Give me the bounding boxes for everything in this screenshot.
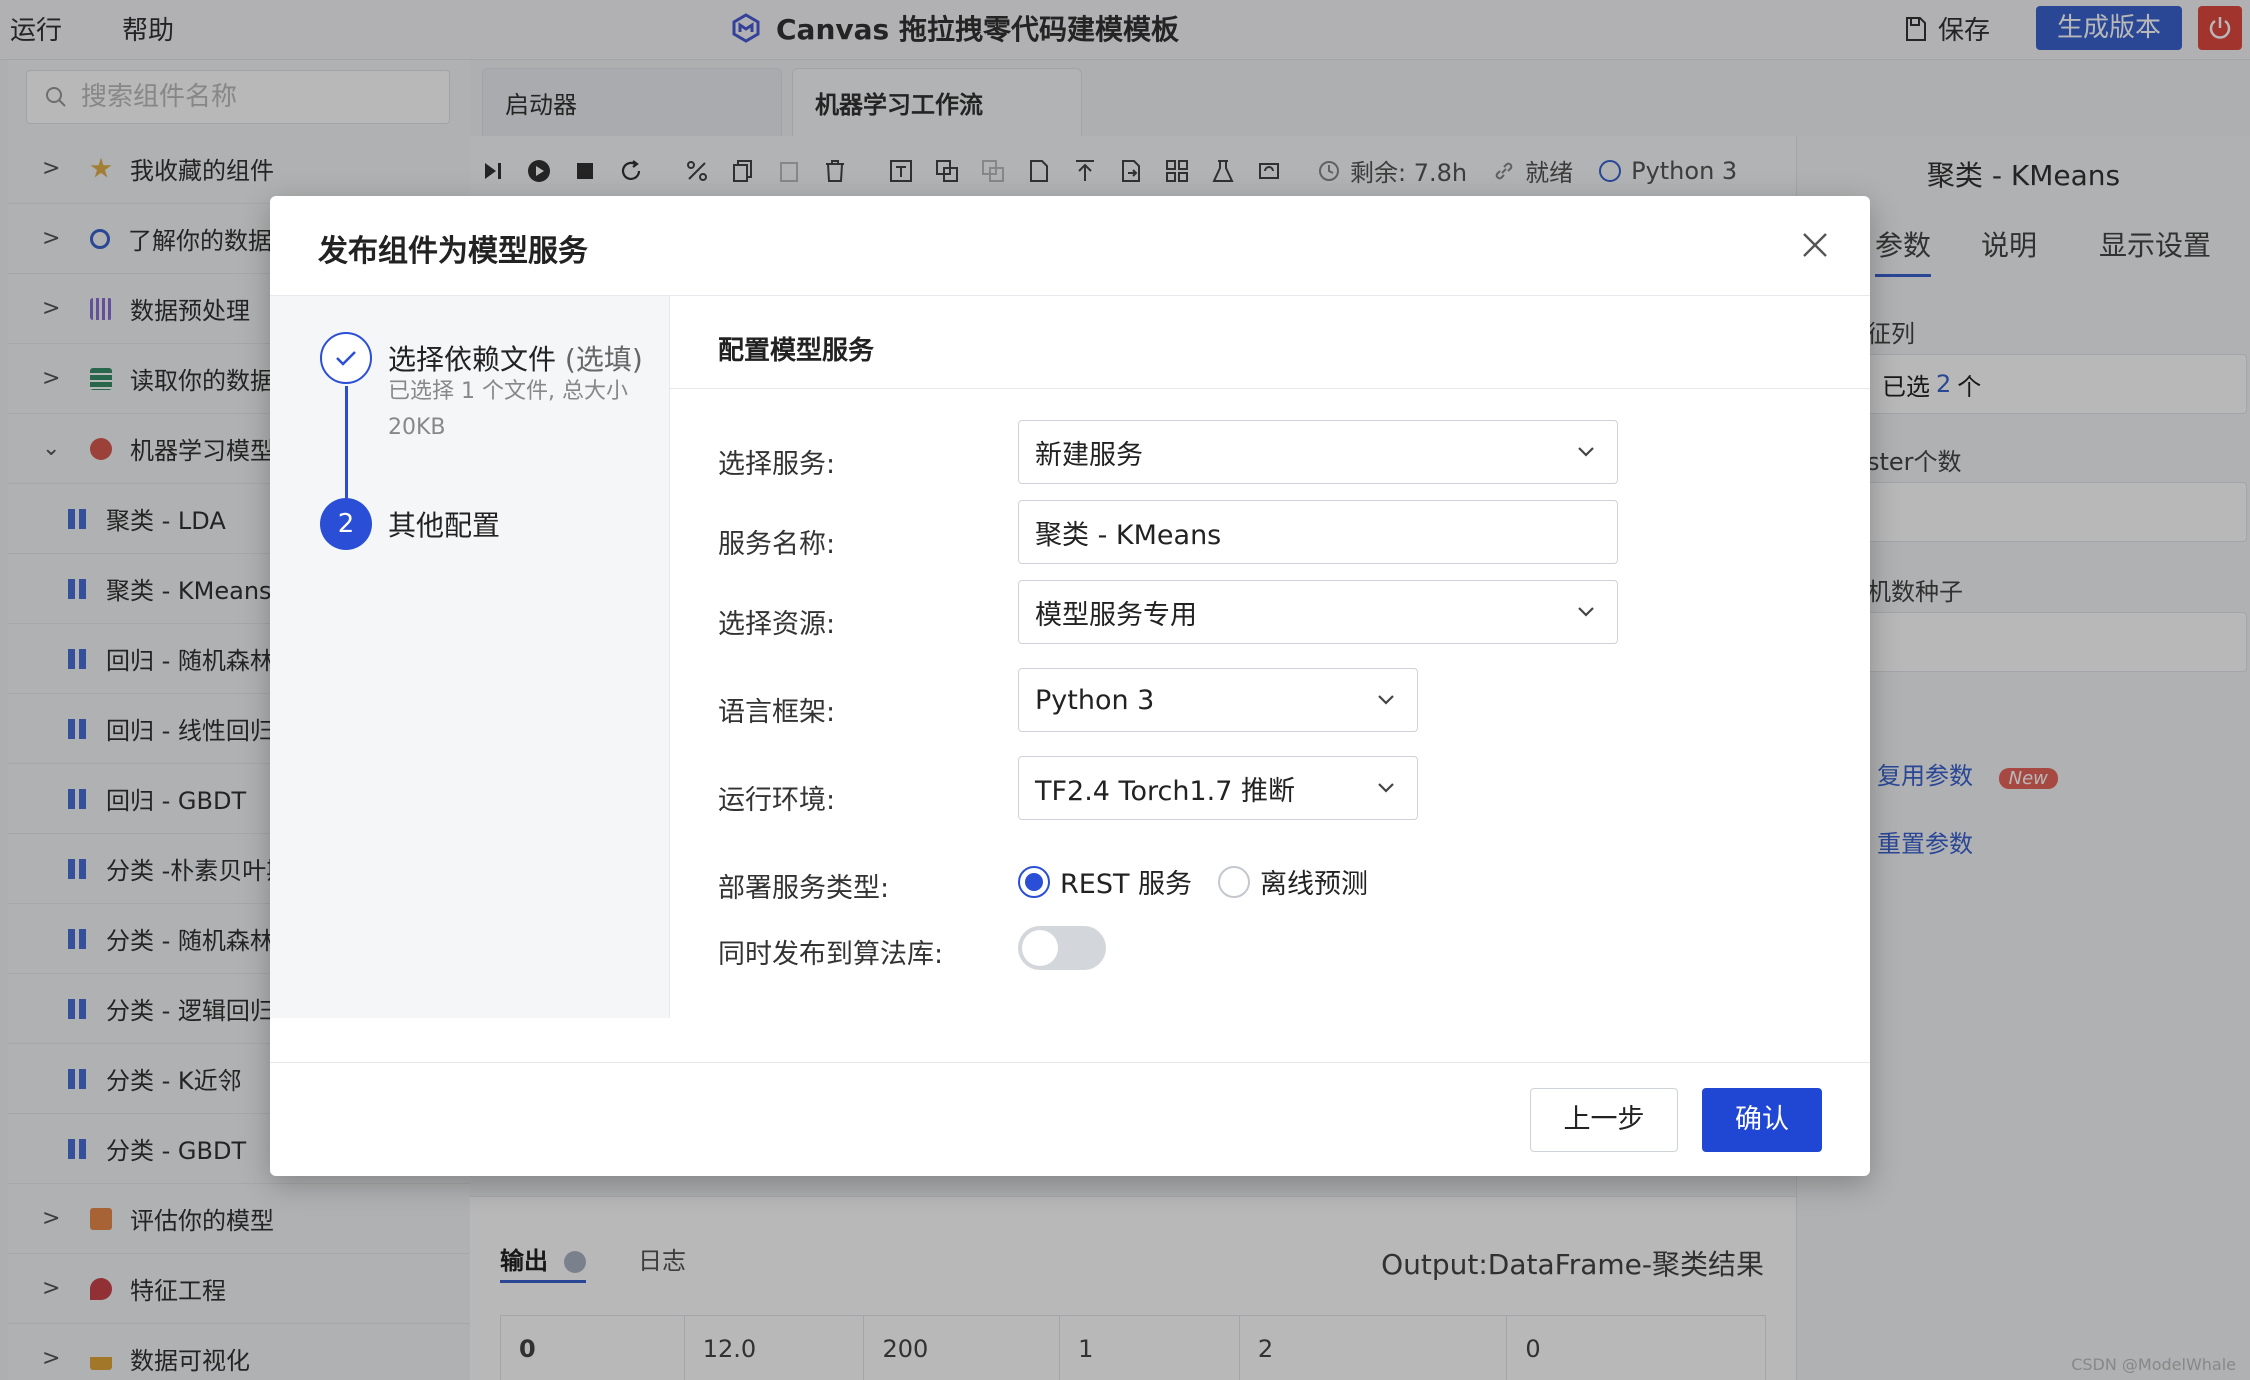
env-value: TF2.4 Torch1.7 推断 xyxy=(1035,775,1295,807)
chevron-down-icon xyxy=(1378,695,1394,705)
step-1-title[interactable]: 选择依赖文件 (选填) xyxy=(388,338,643,378)
step-1-description: 已选择 1 个文件, 总大小 20KB xyxy=(388,379,628,440)
close-icon[interactable] xyxy=(1800,230,1830,260)
resource-value: 模型服务专用 xyxy=(1035,599,1197,631)
deploy-type-label: 部署服务类型: xyxy=(718,873,890,904)
publish-model-dialog: 发布组件为模型服务 选择依赖文件 (选填) 已选择 1 个文件, 总大小 20K… xyxy=(270,196,1870,1176)
publish-library-label: 同时发布到算法库: xyxy=(718,939,944,970)
dialog-header: 发布组件为模型服务 xyxy=(270,196,1870,296)
framework-value: Python 3 xyxy=(1035,684,1155,716)
deploy-rest-radio[interactable]: REST 服务 xyxy=(1018,862,1192,901)
service-value: 新建服务 xyxy=(1035,439,1143,471)
steps-panel: 选择依赖文件 (选填) 已选择 1 个文件, 总大小 20KB 2 其他配置 xyxy=(270,296,670,1018)
chevron-down-icon xyxy=(1378,783,1394,793)
service-label: 选择服务: xyxy=(718,449,836,480)
env-select[interactable]: TF2.4 Torch1.7 推断 xyxy=(1018,756,1418,820)
config-title: 配置模型服务 xyxy=(718,336,875,366)
framework-label: 语言框架: xyxy=(718,697,836,728)
chevron-down-icon xyxy=(1578,447,1594,457)
radio-unchecked-icon xyxy=(1218,865,1250,898)
dialog-title: 发布组件为模型服务 xyxy=(318,234,588,269)
resource-label: 选择资源: xyxy=(718,609,836,640)
chevron-down-icon xyxy=(1578,607,1594,617)
step-connector xyxy=(345,386,348,498)
resource-select[interactable]: 模型服务专用 xyxy=(1018,580,1618,644)
watermark: CSDN @ModelWhale xyxy=(2071,1355,2236,1374)
framework-select[interactable]: Python 3 xyxy=(1018,668,1418,732)
confirm-button[interactable]: 确认 xyxy=(1702,1088,1822,1152)
service-name-label: 服务名称: xyxy=(718,529,836,560)
config-divider xyxy=(670,388,1870,389)
deploy-rest-label: REST 服务 xyxy=(1060,869,1193,900)
deploy-offline-label: 离线预测 xyxy=(1260,869,1368,900)
step-1-title-text: 选择依赖文件 xyxy=(388,343,557,376)
step-2-number: 2 xyxy=(320,498,372,550)
deploy-offline-radio[interactable]: 离线预测 xyxy=(1218,862,1368,901)
env-label: 运行环境: xyxy=(718,785,836,816)
config-panel: 配置模型服务 选择服务: 新建服务 服务名称: 选择资源: 模型服务专用 语言框… xyxy=(670,296,1870,1018)
step-2-title[interactable]: 其他配置 xyxy=(388,504,500,544)
step-1-optional: (选填) xyxy=(564,343,643,376)
step-1-check-icon xyxy=(320,332,372,384)
service-select[interactable]: 新建服务 xyxy=(1018,420,1618,484)
previous-step-button[interactable]: 上一步 xyxy=(1530,1088,1678,1152)
radio-checked-icon xyxy=(1018,865,1050,898)
service-name-input[interactable] xyxy=(1018,500,1618,564)
publish-library-toggle[interactable] xyxy=(1018,926,1106,970)
